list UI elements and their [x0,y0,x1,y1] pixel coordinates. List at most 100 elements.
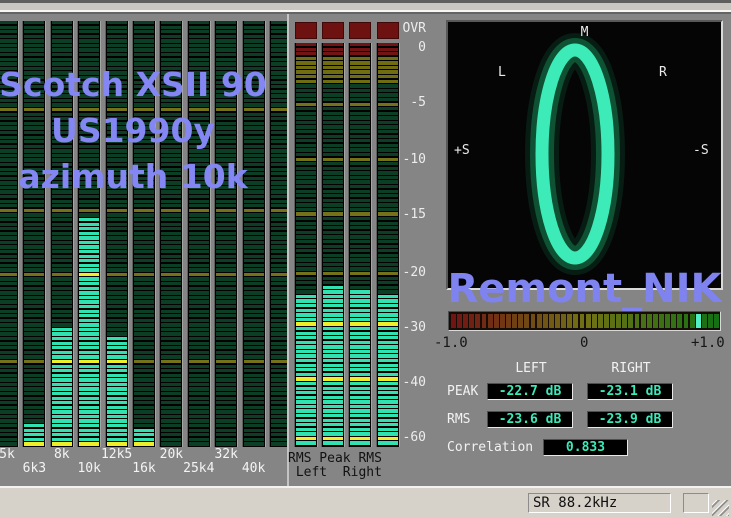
meter-segment [323,368,343,371]
meter-segment [189,406,209,409]
meter-segment [24,26,44,29]
meter-segment [161,369,181,372]
meter-segment [161,259,181,262]
meter-segment [216,360,236,363]
meter-segment [350,75,370,78]
meter-segment [79,291,99,294]
meter-segment [323,235,343,238]
meter-segment [271,387,288,390]
meter-segment [378,400,398,403]
meter-segment [52,227,72,230]
meter-segment [296,235,316,238]
meter-segment [52,268,72,271]
meter-segment [24,438,44,441]
rms-right-value: -23.9 dB [587,411,673,428]
overlay-caption-line3: azimuth 10k [0,154,268,200]
meter-segment [189,44,209,47]
meter-segment [244,355,264,358]
correlation-segment [543,314,548,328]
meter-segment [378,70,398,73]
meter-segment [134,332,154,335]
meter-segment [216,410,236,413]
gonio-label-right: R [659,66,667,79]
meter-segment [216,429,236,432]
meter-segment [244,406,264,409]
meter-segment [271,35,288,38]
meter-segment [323,222,343,225]
meter-segment [216,48,236,51]
meter-segment [378,391,398,394]
meter-segment [52,369,72,372]
meter-segment [216,58,236,61]
meter-segment [271,406,288,409]
meter-segment [107,383,127,386]
meter-segment [350,368,370,371]
meter-segment [378,231,398,234]
meter-segment [244,30,264,33]
meter-segment [24,277,44,280]
meter-segment [107,351,127,354]
meter-segment [79,305,99,308]
meter-segment [378,258,398,261]
meter-segment [0,429,17,432]
meter-segment [323,84,343,87]
meter-segment [0,26,17,29]
resize-grip[interactable] [712,500,729,516]
meter-segment [24,236,44,239]
meter-segment [323,240,343,243]
meter-segment [52,305,72,308]
meter-segment [0,406,17,409]
meter-segment [296,135,316,138]
meter-segment [189,232,209,235]
correlation-segment [641,314,646,328]
meter-segment [296,377,316,380]
meter-segment [52,300,72,303]
meter-segment [52,360,72,363]
correlation-segment [494,314,499,328]
meter-segment [323,286,343,289]
meter-segment [296,89,316,92]
meter-segment [107,360,127,363]
meter-segment [271,355,288,358]
meter-segment [350,332,370,335]
meter-segment [107,319,127,322]
meter-segment [134,300,154,303]
meter-segment [296,57,316,60]
meter-segment [378,43,398,46]
over-indicator [322,22,344,39]
meter-segment [189,218,209,221]
meter-segment [79,438,99,441]
meter-segment [216,346,236,349]
meter-segment [296,272,316,275]
meter-segment [323,43,343,46]
meter-segment [271,218,288,221]
meter-segment [271,76,288,79]
correlation-segment [628,314,633,328]
meter-segment [107,397,127,400]
meter-segment [52,200,72,203]
meter-segment [296,190,316,193]
meter-segment [244,273,264,276]
meter-segment [161,264,181,267]
meter-segment [107,53,127,56]
meter-segment [378,185,398,188]
meter-segment [79,410,99,413]
meter-segment [0,204,17,207]
meter-segment [79,30,99,33]
meter-segment [24,53,44,56]
meter-segment [24,415,44,418]
meter-segment [24,218,44,221]
meter-segment [134,397,154,400]
meter-segment [24,268,44,271]
meter-segment [189,259,209,262]
meter-segment [323,419,343,422]
meter-segment [296,350,316,353]
meter-segment [378,199,398,202]
meter-segment [296,396,316,399]
meter-segment [134,429,154,432]
meter-segment [216,268,236,271]
meter-segment [350,135,370,138]
meter-segment [52,26,72,29]
meter-segment [161,35,181,38]
meter-segment [161,241,181,244]
